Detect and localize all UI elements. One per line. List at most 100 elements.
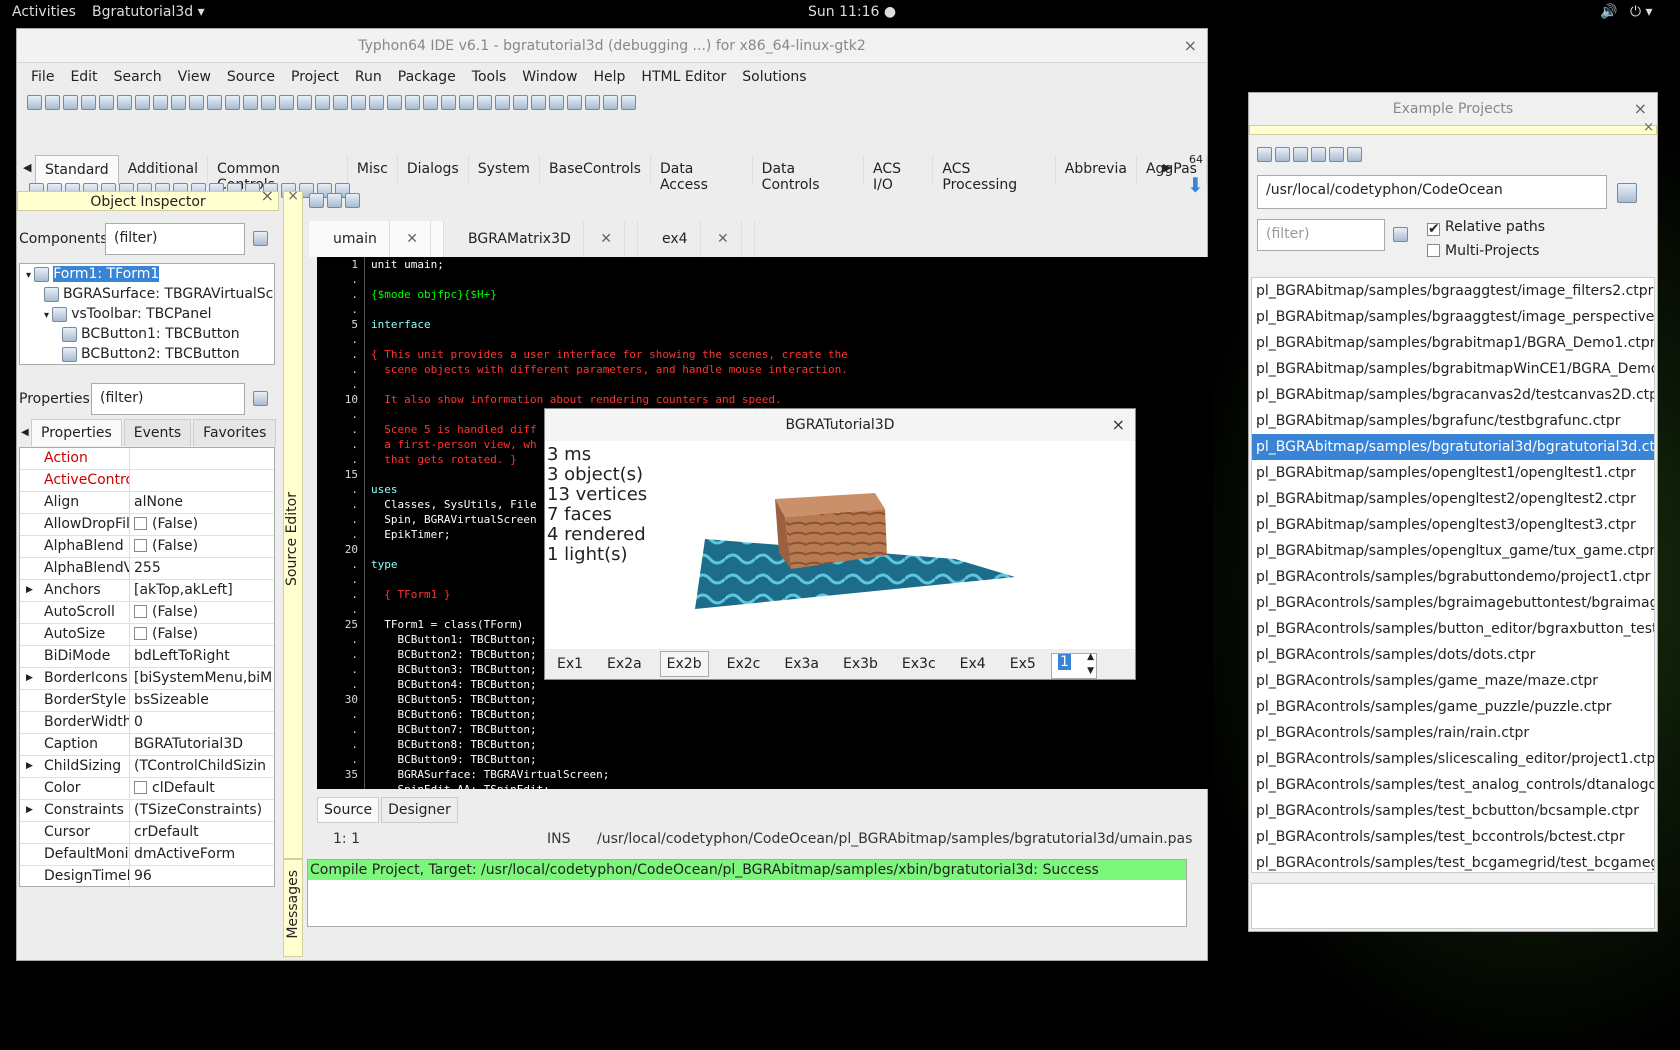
- menu-edit[interactable]: Edit: [62, 69, 105, 85]
- toolbar-tool-icon[interactable]: [585, 95, 600, 110]
- close-icon[interactable]: ×: [1184, 29, 1197, 63]
- tree-node[interactable]: BCButton2: TBCButton: [20, 344, 274, 364]
- property-value[interactable]: (TSizeConstraints): [130, 800, 274, 821]
- toolbar-tool-icon[interactable]: [297, 95, 312, 110]
- toolbar-tool-icon[interactable]: [225, 95, 240, 110]
- palette-scroll-right-icon[interactable]: ▶: [1163, 161, 1171, 174]
- property-value[interactable]: bsSizeable: [130, 690, 274, 711]
- menu-view[interactable]: View: [170, 69, 219, 85]
- toolbar-tool-icon[interactable]: [387, 95, 402, 110]
- tree-node[interactable]: ▾ vsToolbar: TBCPanel: [20, 304, 274, 324]
- properties-filter-input[interactable]: (filter): [91, 383, 245, 415]
- property-value[interactable]: BGRATutorial3D: [130, 734, 274, 755]
- example-project-item[interactable]: pl_BGRAcontrols/samples/dots/dots.ctpr: [1252, 642, 1654, 668]
- example-project-item[interactable]: pl_BGRAbitmap/samples/bgrabitmap1/BGRA_D…: [1252, 330, 1654, 356]
- menu-solutions[interactable]: Solutions: [734, 69, 814, 85]
- refresh-icon[interactable]: [1257, 147, 1272, 162]
- toolbar-tool-icon[interactable]: [189, 95, 204, 110]
- property-row[interactable]: AlphaBlend (False): [20, 536, 274, 558]
- editor-tab[interactable]: BGRAMatrix3D ✕: [444, 221, 638, 257]
- toolbar-tool-icon[interactable]: [405, 95, 420, 110]
- checkbox-box[interactable]: [134, 605, 147, 618]
- expand-arrow-icon[interactable]: ▶: [26, 668, 33, 689]
- toolbar-tool-icon[interactable]: [135, 95, 150, 110]
- property-row[interactable]: Caption BGRATutorial3D: [20, 734, 274, 756]
- property-value[interactable]: crDefault: [130, 822, 274, 843]
- property-row[interactable]: AlphaBlendVa 255: [20, 558, 274, 580]
- forward-icon[interactable]: [345, 193, 360, 208]
- property-row[interactable]: ActiveControl: [20, 470, 274, 492]
- property-value[interactable]: 0: [130, 712, 274, 733]
- toolbar-tool-icon[interactable]: [315, 95, 330, 110]
- compile-success-message[interactable]: Compile Project, Target: /usr/local/code…: [308, 860, 1186, 880]
- toolbar-tool-icon[interactable]: [207, 95, 222, 110]
- palette-tab-acs-processing[interactable]: ACS Processing: [933, 155, 1056, 193]
- delete-project-icon[interactable]: [1311, 147, 1326, 162]
- spin-down-icon[interactable]: ▼: [1087, 666, 1094, 676]
- open-project-icon[interactable]: [1275, 147, 1290, 162]
- toolbar-tool-icon[interactable]: [567, 95, 582, 110]
- toolbar-tool-icon[interactable]: [603, 95, 618, 110]
- toolbar-tool-icon[interactable]: [477, 95, 492, 110]
- property-row[interactable]: DesignTimeP 96: [20, 866, 274, 886]
- example-project-item[interactable]: pl_BGRAbitmap/samples/bgrabitmapWinCE1/B…: [1252, 356, 1654, 382]
- property-value[interactable]: (False): [130, 514, 274, 535]
- power-icon[interactable]: ⏻ ▾: [1630, 4, 1653, 20]
- property-value[interactable]: (TControlChildSizin: [130, 756, 274, 777]
- toolbar-tool-icon[interactable]: [621, 95, 636, 110]
- toolbar-tool-icon[interactable]: [81, 95, 96, 110]
- tab-events[interactable]: Events: [123, 419, 192, 446]
- example-button-ex3c[interactable]: Ex3c: [896, 652, 942, 676]
- palette-tab-standard[interactable]: Standard: [35, 155, 119, 185]
- property-value[interactable]: [130, 448, 274, 469]
- close-icon[interactable]: ×: [287, 188, 299, 204]
- toolbar-tool-icon[interactable]: [513, 95, 528, 110]
- property-row[interactable]: Action: [20, 448, 274, 470]
- property-row[interactable]: AutoScroll (False): [20, 602, 274, 624]
- property-value[interactable]: (False): [130, 624, 274, 645]
- toolbar-tool-icon[interactable]: [63, 95, 78, 110]
- settings-icon[interactable]: [1347, 147, 1362, 162]
- example-button-ex2b[interactable]: Ex2b: [659, 651, 709, 677]
- example-project-item[interactable]: pl_BGRAbitmap/samples/bgraaggtest/image_…: [1252, 278, 1654, 304]
- property-row[interactable]: AutoSize (False): [20, 624, 274, 646]
- property-value[interactable]: 96: [130, 866, 274, 886]
- close-icon[interactable]: ✕: [700, 221, 742, 257]
- toolbar-tool-icon[interactable]: [99, 95, 114, 110]
- toolbar-tool-icon[interactable]: [279, 95, 294, 110]
- menu-project[interactable]: Project: [283, 69, 347, 85]
- menu-file[interactable]: File: [23, 69, 62, 85]
- filter-icon[interactable]: [253, 231, 268, 246]
- toolbar-tool-icon[interactable]: [351, 95, 366, 110]
- filter-icon[interactable]: [1393, 227, 1408, 242]
- property-row[interactable]: ▶ ChildSizing (TControlChildSizin: [20, 756, 274, 778]
- property-row[interactable]: ▶ BorderIcons [biSystemMenu,biM: [20, 668, 274, 690]
- palette-tab-common-controls[interactable]: Common Controls: [208, 155, 348, 193]
- property-value[interactable]: alNone: [130, 492, 274, 513]
- palette-tab-system[interactable]: System: [469, 155, 540, 185]
- menu-package[interactable]: Package: [390, 69, 464, 85]
- property-row[interactable]: ▶ Anchors [akTop,akLeft]: [20, 580, 274, 602]
- property-value[interactable]: [130, 470, 274, 491]
- multi-projects-checkbox[interactable]: Multi-Projects: [1427, 243, 1539, 259]
- toolbar-tool-icon[interactable]: [261, 95, 276, 110]
- property-value[interactable]: [akTop,akLeft]: [130, 580, 274, 601]
- toolbar-tool-icon[interactable]: [153, 95, 168, 110]
- example-button-ex2c[interactable]: Ex2c: [721, 652, 767, 676]
- toolbar-tool-icon[interactable]: [531, 95, 546, 110]
- close-icon[interactable]: ×: [1112, 409, 1125, 441]
- example-button-ex3b[interactable]: Ex3b: [837, 652, 884, 676]
- bookmark-icon[interactable]: [309, 193, 324, 208]
- app-menu[interactable]: Bgratutorial3d ▾: [92, 4, 205, 20]
- example-project-item[interactable]: pl_BGRAbitmap/samples/bgraaggtest/image_…: [1252, 304, 1654, 330]
- palette-tab-additional[interactable]: Additional: [119, 155, 208, 185]
- property-value[interactable]: 255: [130, 558, 274, 579]
- 3d-scene-view[interactable]: [695, 449, 1035, 649]
- toolbar-tool-icon[interactable]: [423, 95, 438, 110]
- property-row[interactable]: BiDiMode bdLeftToRight: [20, 646, 274, 668]
- expand-arrow-icon[interactable]: ▶: [26, 580, 33, 601]
- checkbox-box[interactable]: [134, 539, 147, 552]
- copy-project-icon[interactable]: [1293, 147, 1308, 162]
- example-project-item[interactable]: pl_BGRAbitmap/samples/bgrafunc/testbgraf…: [1252, 408, 1654, 434]
- menu-tools[interactable]: Tools: [464, 69, 515, 85]
